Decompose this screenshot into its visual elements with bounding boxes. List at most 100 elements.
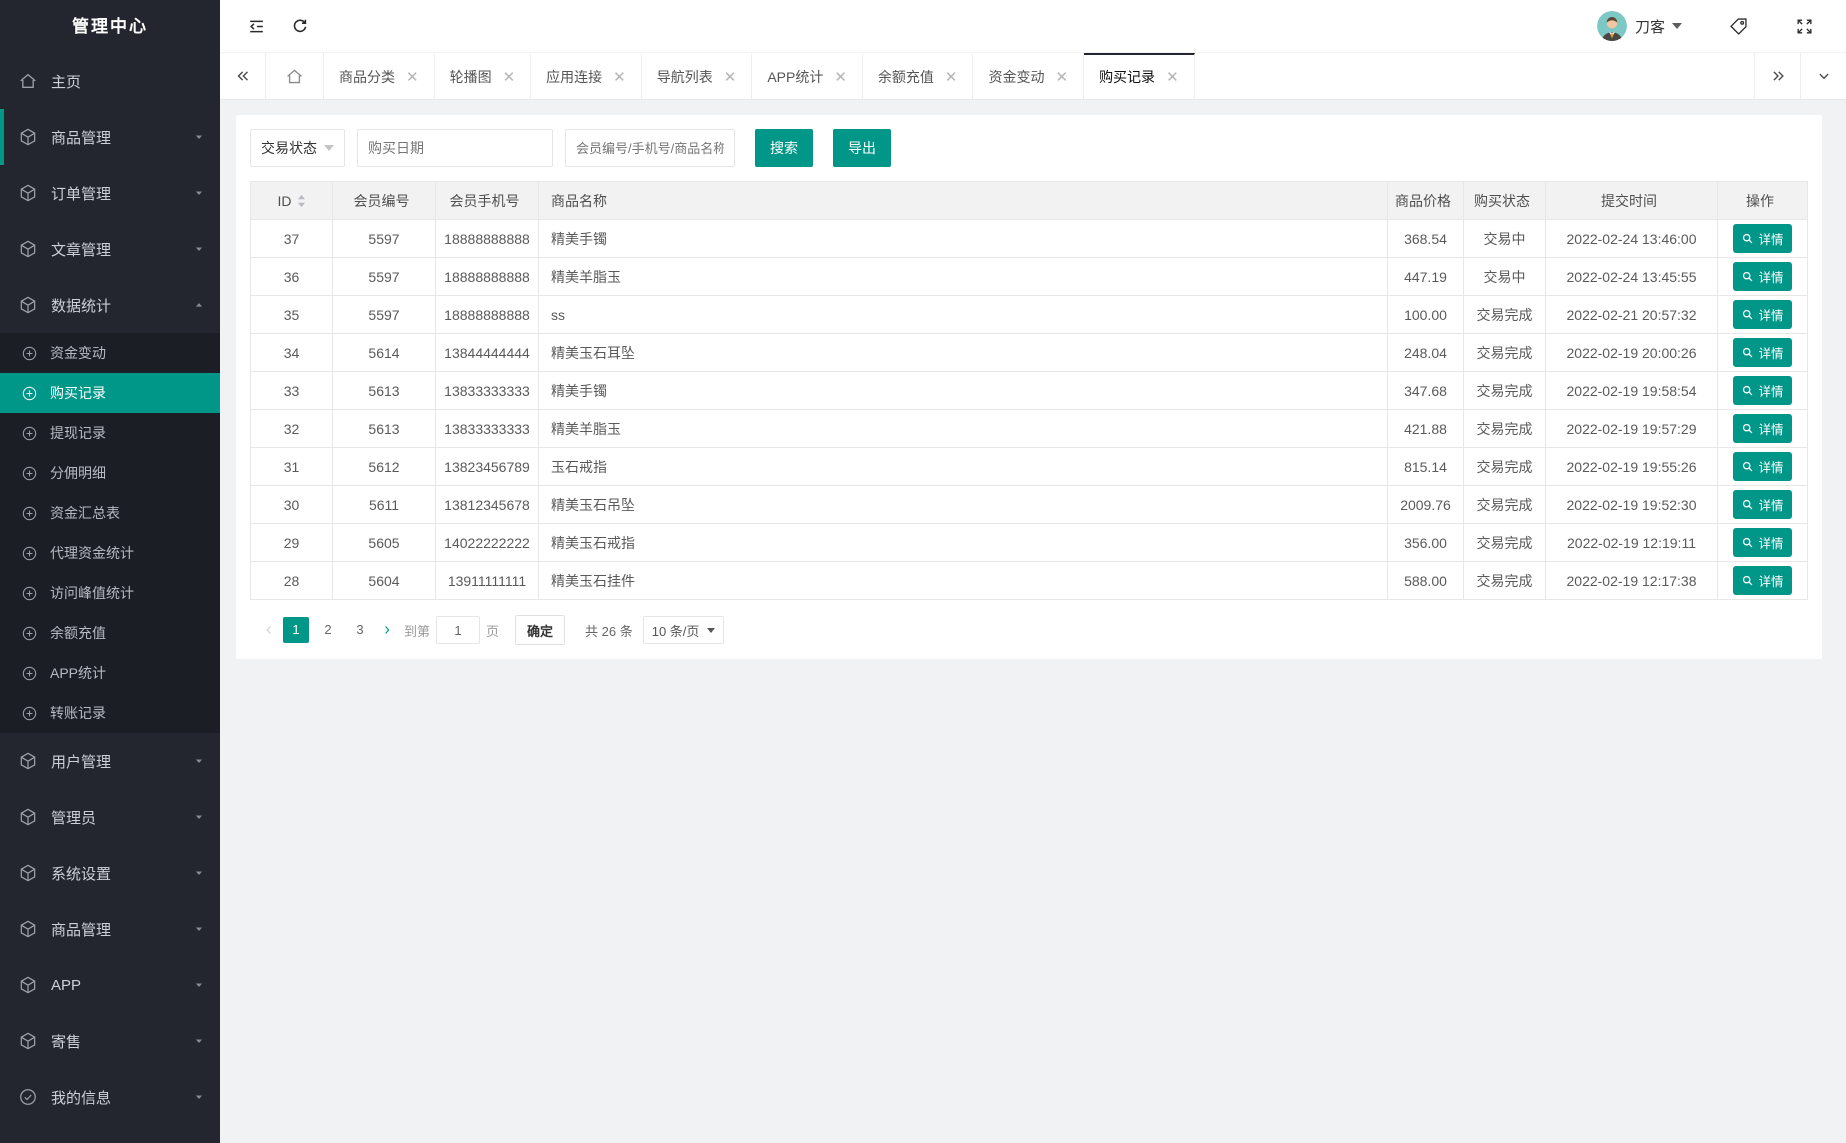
keyword-input[interactable] — [565, 129, 735, 167]
tab-actions-caret-icon[interactable] — [1800, 53, 1846, 99]
sidebar-item[interactable]: 订单管理 — [0, 165, 220, 221]
export-button[interactable]: 导出 — [833, 129, 891, 167]
sidebar-subitem[interactable]: 资金汇总表 — [0, 493, 220, 533]
magnifier-icon — [1741, 422, 1754, 435]
sidebar-item[interactable]: 管理员 — [0, 789, 220, 845]
tag-icon[interactable] — [1728, 16, 1749, 37]
sort-icon[interactable] — [297, 194, 306, 208]
detail-button[interactable]: 详情 — [1733, 224, 1792, 253]
cell-status: 交易完成 — [1463, 485, 1546, 524]
sidebar-subitem[interactable]: 提现记录 — [0, 413, 220, 453]
fullscreen-icon[interactable] — [1795, 17, 1814, 36]
table-column-header: 商品价格 — [1387, 181, 1464, 220]
next-page-icon[interactable] — [376, 617, 398, 643]
tab[interactable]: 余额充值 ✕ — [862, 53, 974, 99]
tab[interactable]: 购买记录 ✕ — [1084, 53, 1195, 99]
detail-button[interactable]: 详情 — [1733, 262, 1792, 291]
close-icon[interactable]: ✕ — [834, 70, 847, 85]
sidebar-subitem-label: 提现记录 — [50, 425, 106, 441]
tab-label: 轮播图 — [449, 69, 492, 85]
tab[interactable]: 应用连接 ✕ — [531, 53, 642, 99]
tabbar-spacer — [1195, 53, 1754, 99]
caret-icon — [194, 132, 204, 142]
plus-circle-icon — [21, 705, 38, 722]
refresh-icon[interactable] — [278, 0, 322, 52]
close-icon[interactable]: ✕ — [1166, 70, 1179, 85]
sidebar-subitem[interactable]: APP统计 — [0, 653, 220, 693]
cell-status: 交易完成 — [1463, 409, 1546, 448]
cell-status: 交易中 — [1463, 257, 1546, 296]
close-icon[interactable]: ✕ — [406, 70, 419, 85]
cell-price: 421.88 — [1387, 409, 1464, 448]
sidebar-item[interactable]: 文章管理 — [0, 221, 220, 277]
sidebar-subitem[interactable]: 分佣明细 — [0, 453, 220, 493]
detail-button[interactable]: 详情 — [1733, 338, 1792, 367]
page-number[interactable]: 3 — [347, 617, 373, 643]
prev-page-icon[interactable] — [258, 617, 280, 643]
sidebar-subitem[interactable]: 资金变动 — [0, 333, 220, 373]
detail-button[interactable]: 详情 — [1733, 452, 1792, 481]
caret-icon — [194, 188, 204, 198]
scroll-tabs-left-icon[interactable] — [220, 53, 266, 99]
sidebar-item[interactable]: 用户管理 — [0, 733, 220, 789]
dropdown-caret-icon — [324, 145, 334, 151]
sidebar-item[interactable]: 商品管理 — [0, 901, 220, 957]
purchase-date-input[interactable] — [357, 129, 553, 167]
column-label: 购买状态 — [1474, 192, 1530, 209]
plus-circle-icon — [21, 545, 38, 562]
detail-button[interactable]: 详情 — [1733, 414, 1792, 443]
sidebar-item[interactable]: 寄售 — [0, 1013, 220, 1069]
tab-label: 购买记录 — [1099, 69, 1156, 85]
user-menu[interactable]: 刀客 — [1596, 11, 1682, 41]
cell-time: 2022-02-19 19:55:26 — [1545, 447, 1718, 486]
tab[interactable]: APP统计 ✕ — [752, 53, 863, 99]
detail-button[interactable]: 详情 — [1733, 376, 1792, 405]
home-tab[interactable] — [266, 53, 324, 99]
close-icon[interactable]: ✕ — [724, 70, 737, 85]
sidebar-item[interactable]: 我的信息 — [0, 1069, 220, 1125]
scroll-tabs-right-icon[interactable] — [1754, 53, 1800, 99]
sidebar: 管理中心 主页 商品管理 订单管理 文章管理 数据统计 资金变动 购买记录 提现… — [0, 0, 220, 1143]
sidebar-subitem[interactable]: 购买记录 — [0, 373, 220, 413]
close-icon[interactable]: ✕ — [503, 70, 516, 85]
close-icon[interactable]: ✕ — [1055, 70, 1068, 85]
tab[interactable]: 轮播图 ✕ — [434, 53, 532, 99]
close-icon[interactable]: ✕ — [613, 70, 626, 85]
detail-button[interactable]: 详情 — [1733, 300, 1792, 329]
tab[interactable]: 商品分类 ✕ — [324, 53, 435, 99]
collapse-sidebar-icon[interactable] — [234, 0, 278, 52]
cell-product: 精美手镯 — [538, 371, 1388, 410]
detail-button[interactable]: 详情 — [1733, 528, 1792, 557]
cell-phone: 13911111111 — [435, 561, 539, 600]
sidebar-subitem[interactable]: 代理资金统计 — [0, 533, 220, 573]
page-unit-label: 页 — [486, 623, 500, 639]
table-column-header: 会员编号 — [332, 181, 436, 220]
sidebar-subitem[interactable]: 余额充值 — [0, 613, 220, 653]
sidebar-item[interactable]: 商品管理 — [0, 109, 220, 165]
detail-button[interactable]: 详情 — [1733, 566, 1792, 595]
magnifier-icon — [1741, 308, 1754, 321]
plus-circle-icon — [21, 465, 38, 482]
detail-button[interactable]: 详情 — [1733, 490, 1792, 519]
cell-id: 30 — [250, 485, 333, 524]
pagination-pages: 123 — [280, 617, 376, 643]
goto-page-input[interactable] — [436, 616, 481, 644]
confirm-button[interactable]: 确定 — [515, 615, 566, 645]
status-select-value: 交易状态 — [261, 140, 317, 156]
cell-time: 2022-02-19 19:52:30 — [1545, 485, 1718, 524]
sidebar-item[interactable]: 系统设置 — [0, 845, 220, 901]
page-size-select[interactable]: 10 条/页 — [642, 616, 725, 644]
search-button[interactable]: 搜索 — [755, 129, 813, 167]
tab[interactable]: 导航列表 ✕ — [641, 53, 753, 99]
page-number[interactable]: 2 — [315, 617, 341, 643]
status-select[interactable]: 交易状态 — [250, 129, 345, 167]
tab[interactable]: 资金变动 ✕ — [973, 53, 1085, 99]
close-icon[interactable]: ✕ — [945, 70, 958, 85]
page-number[interactable]: 1 — [283, 617, 309, 643]
sidebar-item[interactable]: APP — [0, 957, 220, 1013]
cell-member-no: 5614 — [332, 333, 436, 372]
sidebar-item[interactable]: 主页 — [0, 53, 220, 109]
sidebar-subitem[interactable]: 转账记录 — [0, 693, 220, 733]
sidebar-subitem[interactable]: 访问峰值统计 — [0, 573, 220, 613]
sidebar-item[interactable]: 数据统计 — [0, 277, 220, 333]
